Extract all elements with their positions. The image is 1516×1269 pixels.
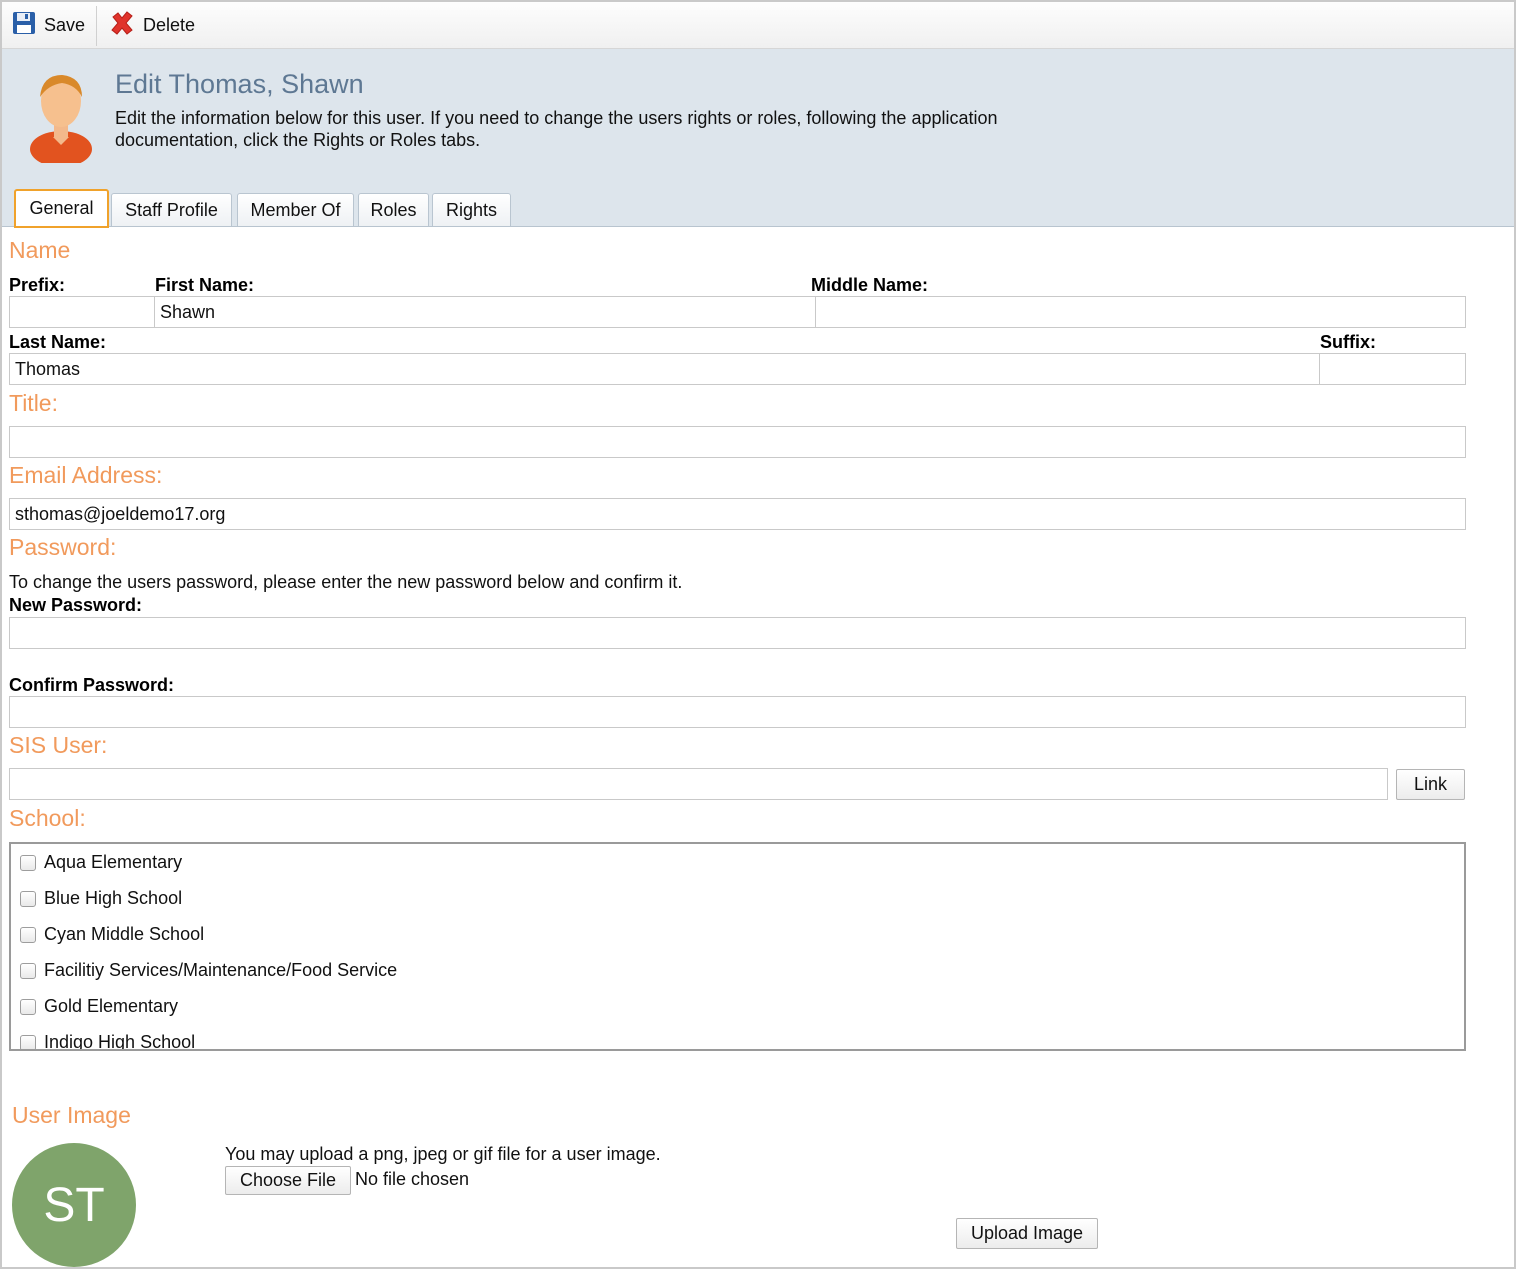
link-button[interactable]: Link <box>1396 769 1465 800</box>
school-checkbox[interactable] <box>20 890 36 907</box>
edit-user-window: Save Delete Edit Thomas, Shawn Edit the … <box>0 0 1516 1269</box>
school-name: Aqua Elementary <box>44 852 183 872</box>
school-checkbox-list[interactable]: Aqua Elementary Blue High School Cyan Mi… <box>9 842 1466 1051</box>
suffix-field[interactable] <box>1319 353 1466 385</box>
sis-user-field[interactable] <box>9 768 1388 800</box>
toolbar-divider <box>96 6 97 46</box>
user-image-heading: User Image <box>12 1102 131 1128</box>
user-avatar-icon <box>28 71 94 168</box>
page-header: Edit Thomas, Shawn Edit the information … <box>2 49 1514 228</box>
tab-member-of[interactable]: Member Of <box>237 193 354 226</box>
last-name-field[interactable]: Thomas <box>9 353 1320 385</box>
prefix-label: Prefix: <box>9 275 66 295</box>
first-name-label: First Name: <box>155 275 255 295</box>
school-checkbox[interactable] <box>20 962 36 979</box>
tab-roles[interactable]: Roles <box>358 193 429 226</box>
middle-name-field[interactable] <box>815 296 1466 328</box>
floppy-disk-icon <box>12 11 36 40</box>
middle-name-label: Middle Name: <box>811 275 929 295</box>
school-checkbox[interactable] <box>20 1034 36 1049</box>
last-name-label: Last Name: <box>9 332 107 352</box>
new-password-label: New Password: <box>9 595 143 615</box>
tab-general[interactable]: General <box>14 189 109 228</box>
tab-staff-profile[interactable]: Staff Profile <box>111 193 232 226</box>
upload-image-button[interactable]: Upload Image <box>956 1218 1098 1249</box>
list-item[interactable]: Gold Elementary <box>20 996 178 1017</box>
list-item[interactable]: Cyan Middle School <box>20 924 204 945</box>
title-heading: Title: <box>9 390 58 416</box>
save-button[interactable]: Save <box>12 2 85 48</box>
choose-file-button[interactable]: Choose File <box>225 1166 351 1195</box>
school-name: Gold Elementary <box>44 996 179 1016</box>
school-heading: School: <box>9 805 86 831</box>
first-name-field[interactable]: Shawn <box>154 296 816 328</box>
school-name: Blue High School <box>44 888 183 908</box>
prefix-field[interactable] <box>9 296 155 328</box>
delete-label: Delete <box>143 14 196 35</box>
password-instructions: To change the users password, please ent… <box>9 572 683 592</box>
school-checkbox[interactable] <box>20 998 36 1015</box>
sis-user-heading: SIS User: <box>9 732 108 758</box>
confirm-password-label: Confirm Password: <box>9 675 175 695</box>
name-heading: Name <box>9 237 71 263</box>
title-field[interactable] <box>9 426 1466 458</box>
list-item[interactable]: Aqua Elementary <box>20 852 182 873</box>
new-password-field[interactable] <box>9 617 1466 649</box>
password-heading: Password: <box>9 534 117 560</box>
suffix-label: Suffix: <box>1320 332 1376 352</box>
school-name: Facilitiy Services/Maintenance/Food Serv… <box>44 960 398 980</box>
school-checkbox[interactable] <box>20 926 36 943</box>
list-item[interactable]: Facilitiy Services/Maintenance/Food Serv… <box>20 960 397 981</box>
save-label: Save <box>44 14 86 35</box>
email-heading: Email Address: <box>9 462 163 488</box>
toolbar: Save Delete <box>2 2 1514 49</box>
school-name: Indigo High School <box>44 1032 196 1051</box>
page-title: Edit Thomas, Shawn <box>115 69 364 99</box>
school-name: Cyan Middle School <box>44 924 205 944</box>
delete-x-icon <box>109 10 135 41</box>
upload-instructions: You may upload a png, jpeg or gif file f… <box>225 1144 661 1164</box>
delete-button[interactable]: Delete <box>109 2 195 48</box>
list-item[interactable]: Indigo High School <box>20 1032 196 1051</box>
page-description: Edit the information below for this user… <box>115 108 998 150</box>
file-status: No file chosen <box>355 1169 470 1189</box>
email-field[interactable]: sthomas@joeldemo17.org <box>9 498 1466 530</box>
tab-rights[interactable]: Rights <box>432 193 511 226</box>
list-item[interactable]: Blue High School <box>20 888 182 909</box>
school-checkbox[interactable] <box>20 854 36 871</box>
confirm-password-field[interactable] <box>9 696 1466 728</box>
user-initials-avatar: ST <box>12 1143 136 1267</box>
